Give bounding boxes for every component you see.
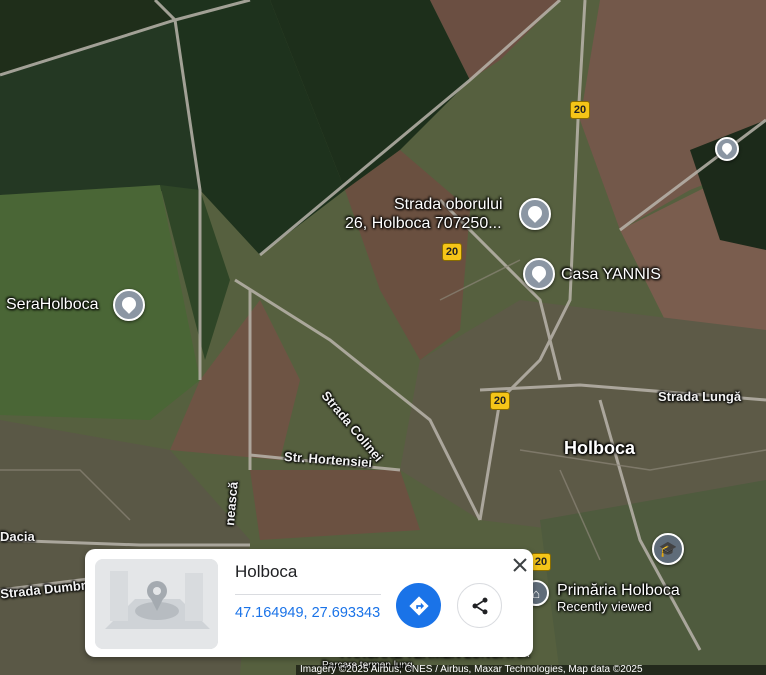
place-label-casa-yannis[interactable]: Casa YANNIS <box>561 266 661 284</box>
map-pin-icon[interactable] <box>523 258 555 290</box>
street-label-lunga: Strada Lungă <box>658 389 742 404</box>
coordinates-link[interactable]: 47.164949, 27.693343 <box>235 605 380 621</box>
place-label-strada-oborului-line1[interactable]: Strada oborului <box>394 196 503 214</box>
map-pin-icon[interactable] <box>519 198 551 230</box>
route-20-shield: 20 <box>490 392 510 410</box>
share-button[interactable] <box>457 583 502 628</box>
close-icon <box>513 558 527 572</box>
place-info-card[interactable]: Holboca 47.164949, 27.693343 <box>85 549 533 657</box>
route-20-shield: 20 <box>531 553 551 571</box>
card-title: Holboca <box>235 562 298 581</box>
street-view-placeholder-icon <box>95 559 218 649</box>
street-view-thumbnail[interactable] <box>95 559 218 649</box>
street-label-dacia: Dacia <box>0 529 35 544</box>
directions-icon <box>408 595 429 616</box>
place-label-seraholboca[interactable]: SeraHolboca <box>6 296 99 314</box>
directions-button[interactable] <box>396 583 441 628</box>
town-label-holboca[interactable]: Holboca <box>564 438 635 459</box>
card-divider <box>235 594 381 595</box>
satellite-map[interactable]: 20 20 20 20 Strada Colinei Str. Hortensi… <box>0 0 766 675</box>
share-icon <box>472 597 487 614</box>
map-pin-icon[interactable] <box>113 289 145 321</box>
place-label-strada-oborului-line2[interactable]: 26, Holboca 707250... <box>345 215 502 233</box>
place-label-primaria[interactable]: Primăria Holboca <box>557 582 680 600</box>
map-pin-icon[interactable] <box>715 137 739 161</box>
route-20-shield: 20 <box>570 101 590 119</box>
route-20-shield: 20 <box>442 243 462 261</box>
close-button[interactable] <box>509 554 531 576</box>
school-icon[interactable]: 🎓 <box>652 533 684 565</box>
place-sublabel-recently-viewed: Recently viewed <box>557 599 652 614</box>
map-attribution: Imagery ©2025 Airbus, CNES / Airbus, Max… <box>296 665 766 675</box>
